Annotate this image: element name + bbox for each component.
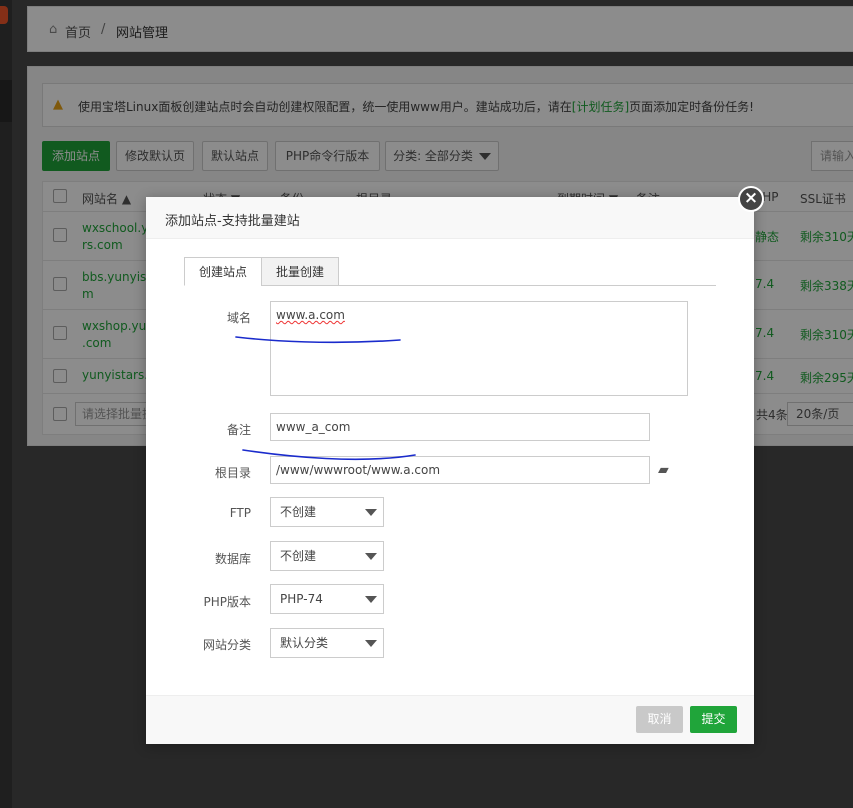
- category-select[interactable]: 默认分类: [270, 628, 384, 658]
- domain-textarea[interactable]: www.a.com: [270, 301, 688, 396]
- dialog-tabs: 创建站点 批量创建: [184, 257, 716, 286]
- note-label: 备注: [226, 423, 251, 437]
- dialog-title: 添加站点-支持批量建站: [165, 214, 300, 229]
- ftp-label: FTP: [229, 506, 251, 520]
- database-label: 数据库: [214, 552, 251, 566]
- cancel-button[interactable]: 取消: [636, 706, 683, 733]
- note-input[interactable]: www_a_com: [270, 413, 650, 441]
- chevron-down-icon: [365, 640, 377, 647]
- ftp-select[interactable]: 不创建: [270, 497, 384, 527]
- dialog-header: 添加站点-支持批量建站: [146, 197, 754, 239]
- chevron-down-icon: [365, 553, 377, 560]
- root-path-input[interactable]: /www/wwwroot/www.a.com: [270, 456, 650, 484]
- submit-button[interactable]: 提交: [690, 706, 737, 733]
- category-label: 网站分类: [202, 638, 251, 652]
- close-icon[interactable]: ×: [738, 186, 764, 212]
- chevron-down-icon: [365, 596, 377, 603]
- tab-batch-create[interactable]: 批量创建: [261, 257, 340, 286]
- php-version-select[interactable]: PHP-74: [270, 584, 384, 614]
- dialog-footer: 取消 提交: [146, 695, 754, 744]
- chevron-down-icon: [365, 509, 377, 516]
- add-site-dialog: 添加站点-支持批量建站 × 创建站点 批量创建 域名 www.a.com 备注 …: [146, 186, 764, 744]
- tab-create-site[interactable]: 创建站点: [184, 257, 263, 286]
- domain-value: www.a.com: [276, 308, 345, 322]
- php-version-label: PHP版本: [203, 595, 252, 609]
- database-select[interactable]: 不创建: [270, 541, 384, 571]
- root-label: 根目录: [214, 466, 251, 480]
- domain-label: 域名: [226, 311, 251, 325]
- folder-open-icon[interactable]: ▰: [658, 462, 669, 478]
